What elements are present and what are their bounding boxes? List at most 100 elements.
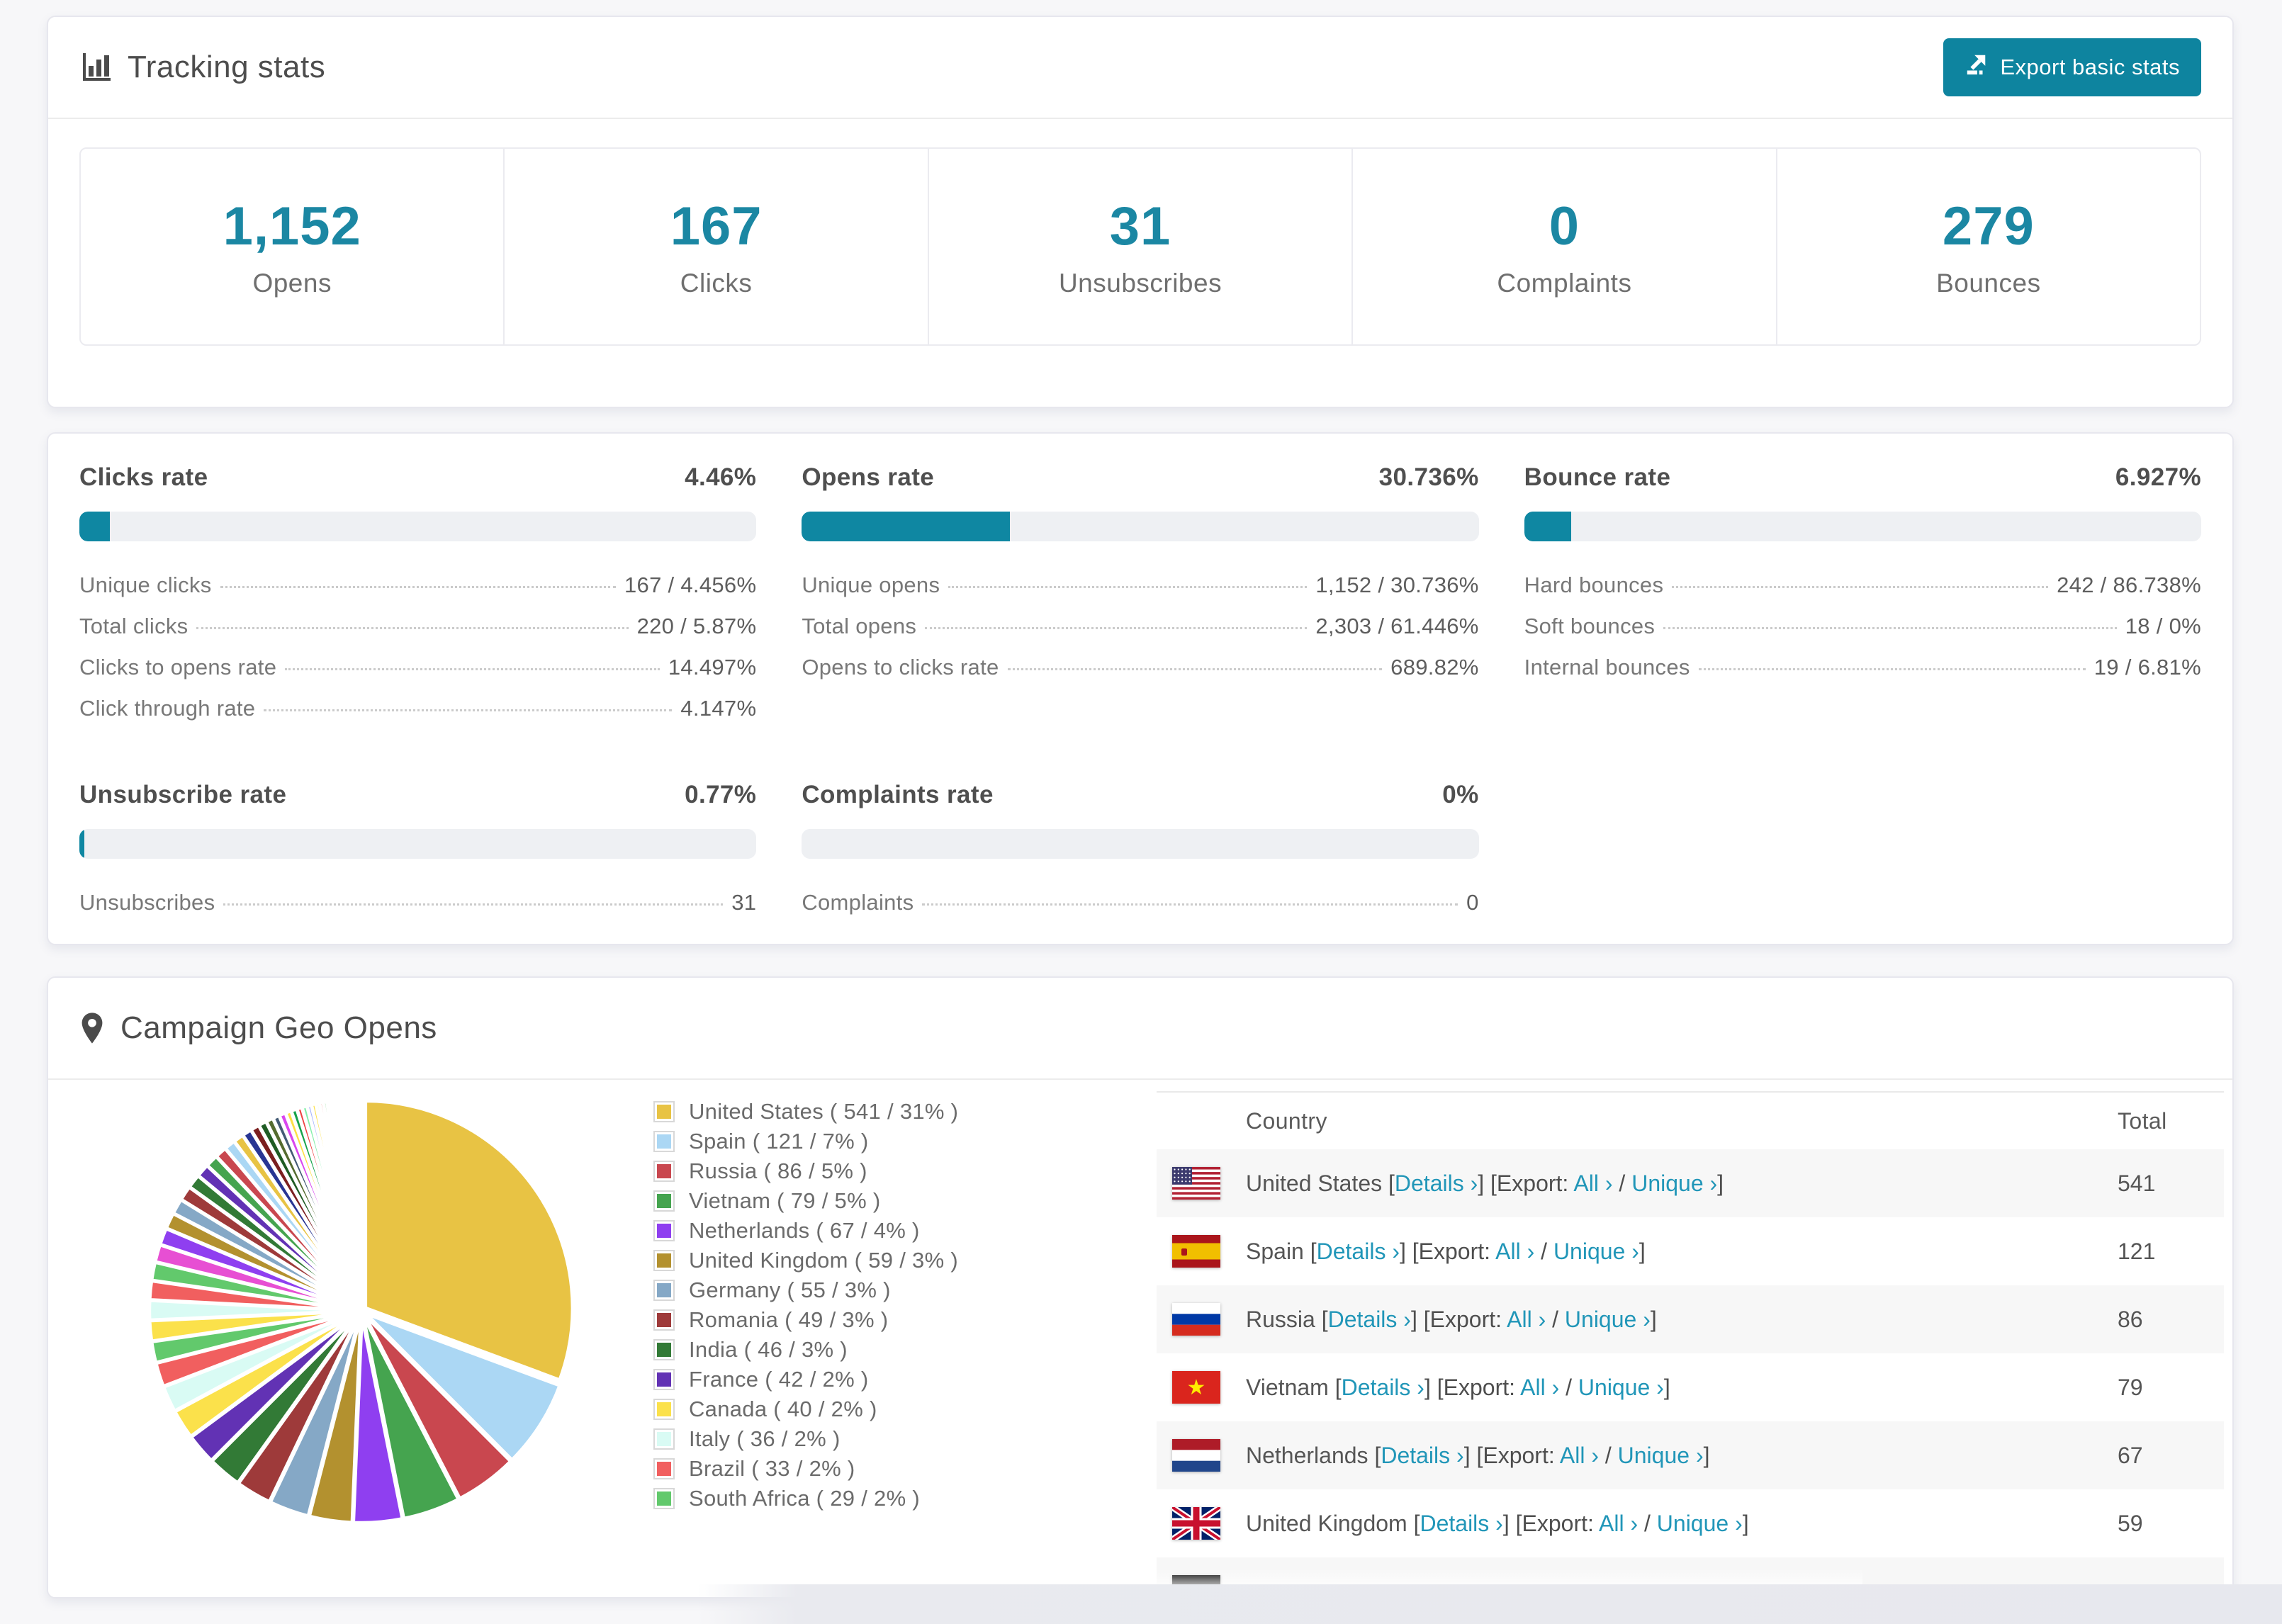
details-link[interactable]: Details › [1342, 1375, 1424, 1400]
details-link[interactable]: Details › [1381, 1443, 1463, 1468]
rate-row-value: 19 / 6.81% [2093, 655, 2201, 680]
bracket-text: / [1612, 1170, 1632, 1196]
total-value: 121 [2118, 1238, 2156, 1264]
flag-gb-icon [1172, 1507, 1220, 1540]
rates-card: Clicks rate 4.46% Unique clicks 167 / 4.456… [47, 432, 2234, 945]
details-link[interactable]: Details › [1420, 1511, 1502, 1536]
rate-row: Internal bounces 19 / 6.81% [1524, 655, 2201, 696]
rate-row-label: Clicks to opens rate [79, 655, 277, 680]
export-all-link[interactable]: All › [1495, 1239, 1534, 1264]
legend-swatch [653, 1309, 675, 1331]
rate-row-value: 31 [731, 890, 757, 915]
legend-label: Brazil ( 33 / 2% ) [689, 1456, 855, 1481]
export-all-link[interactable]: All › [1520, 1375, 1559, 1400]
export-all-link[interactable]: All › [1573, 1171, 1612, 1196]
legend-item: United Kingdom ( 59 / 3% ) [653, 1246, 958, 1275]
legend-swatch [653, 1458, 675, 1479]
bracket-text: [ [1407, 1510, 1420, 1536]
country-cell-text: Netherlands [Details ›] [Export: All › /… [1246, 1443, 1709, 1469]
svg-text:★: ★ [1187, 1376, 1206, 1399]
rate-value: 4.46% [685, 463, 757, 491]
export-unique-link[interactable]: Unique › [1553, 1239, 1639, 1264]
country-cell-text: United States [Details ›] [Export: All ›… [1246, 1171, 1724, 1197]
stat-value: 1,152 [223, 196, 361, 256]
dotted-leader [220, 586, 617, 588]
legend-label: Vietnam ( 79 / 5% ) [689, 1188, 881, 1213]
total-value: 59 [2118, 1510, 2143, 1536]
export-all-link[interactable]: All › [1599, 1511, 1638, 1536]
export-unique-link[interactable]: Unique › [1578, 1375, 1664, 1400]
legend-label: Germany ( 55 / 3% ) [689, 1278, 891, 1302]
bracket-text: [ [1328, 1374, 1342, 1400]
progress-bar-track [1524, 512, 2201, 541]
legend-swatch [653, 1428, 675, 1450]
country-name: Vietnam [1246, 1374, 1329, 1400]
bottom-scroll-track [698, 1584, 2282, 1624]
details-link[interactable]: Details › [1395, 1171, 1478, 1196]
legend-swatch [653, 1280, 675, 1301]
rates-grid: Clicks rate 4.46% Unique clicks 167 / 4.456… [48, 434, 2232, 959]
rate-value: 0.77% [685, 781, 757, 808]
dotted-leader [948, 586, 1308, 588]
export-all-link[interactable]: All › [1507, 1307, 1546, 1332]
tracking-stats-title-row: Tracking stats [79, 50, 325, 85]
map-pin-icon [79, 1010, 105, 1046]
progress-bar-fill [1524, 512, 1571, 541]
stat-box-bounces: 279 Bounces [1777, 149, 2200, 344]
legend-item: Netherlands ( 67 / 4% ) [653, 1216, 958, 1246]
dotted-leader [264, 709, 673, 711]
stat-box-opens: 1,152 Opens [81, 149, 505, 344]
legend-item: India ( 46 / 3% ) [653, 1335, 958, 1365]
bracket-text: ] [Export: [1478, 1170, 1574, 1196]
country-cell-text: Spain [Details ›] [Export: All › / Uniqu… [1246, 1239, 1646, 1265]
stat-value: 31 [1109, 196, 1171, 256]
page-title: Tracking stats [128, 50, 326, 84]
rate-title: Bounce rate [1524, 463, 1671, 491]
rate-title: Unsubscribe rate [79, 781, 287, 808]
country-name: United States [1246, 1170, 1383, 1196]
dotted-leader [1672, 586, 2049, 588]
bracket-text: ] [Export: [1502, 1510, 1599, 1536]
progress-bar-fill [79, 512, 110, 541]
rate-section-unsubscribe: Unsubscribe rate 0.77% Unsubscribes 31 [79, 781, 757, 931]
legend-item: Romania ( 49 / 3% ) [653, 1305, 958, 1335]
bracket-text: [ [1315, 1306, 1328, 1332]
details-link[interactable]: Details › [1317, 1239, 1400, 1264]
stat-box-unsubscribes: 31 Unsubscribes [929, 149, 1354, 344]
rate-row-label: Total opens [802, 614, 917, 638]
export-basic-stats-button[interactable]: Export basic stats [1943, 38, 2201, 96]
rate-row-label: Unsubscribes [79, 890, 215, 915]
rate-row-value: 4.147% [680, 696, 757, 721]
bracket-text: ] [Export: [1399, 1238, 1496, 1264]
country-cell-text: Vietnam [Details ›] [Export: All › / Uni… [1246, 1375, 1670, 1401]
geo-title-row: Campaign Geo Opens [79, 1010, 437, 1046]
stat-label: Unsubscribes [1058, 268, 1222, 298]
export-unique-link[interactable]: Unique › [1618, 1443, 1704, 1468]
geo-header: Campaign Geo Opens [48, 978, 2232, 1080]
table-row-united-states: United States [Details ›] [Export: All ›… [1157, 1149, 2224, 1217]
progress-bar-track [79, 829, 757, 859]
stat-label: Clicks [680, 268, 753, 298]
export-unique-link[interactable]: Unique › [1565, 1307, 1651, 1332]
table-row-vietnam: ★ Vietnam [Details ›] [Export: All › / Un… [1157, 1353, 2224, 1421]
rate-row-label: Unique clicks [79, 573, 212, 597]
legend-item: Vietnam ( 79 / 5% ) [653, 1186, 958, 1216]
legend-swatch [653, 1250, 675, 1271]
rate-section-complaints: Complaints rate 0% Complaints 0 [802, 781, 1479, 931]
dotted-leader [1663, 627, 2117, 629]
country-name: Russia [1246, 1306, 1315, 1332]
rate-row: Total opens 2,303 / 61.446% [802, 614, 1478, 655]
export-unique-link[interactable]: Unique › [1631, 1171, 1717, 1196]
bracket-text: [ [1382, 1170, 1395, 1196]
bar-chart-icon [79, 51, 112, 84]
export-unique-link[interactable]: Unique › [1657, 1511, 1743, 1536]
table-header-country: Country [1246, 1107, 1327, 1134]
legend-swatch [653, 1339, 675, 1360]
rate-row-value: 242 / 86.738% [2057, 573, 2201, 597]
stat-value: 279 [1942, 196, 2035, 256]
details-link[interactable]: Details › [1328, 1307, 1411, 1332]
rate-row: Opens to clicks rate 689.82% [802, 655, 1478, 696]
geo-table: Country Total United States [Details ›] … [1157, 1091, 2224, 1597]
bracket-text: / [1559, 1374, 1578, 1400]
export-all-link[interactable]: All › [1560, 1443, 1599, 1468]
